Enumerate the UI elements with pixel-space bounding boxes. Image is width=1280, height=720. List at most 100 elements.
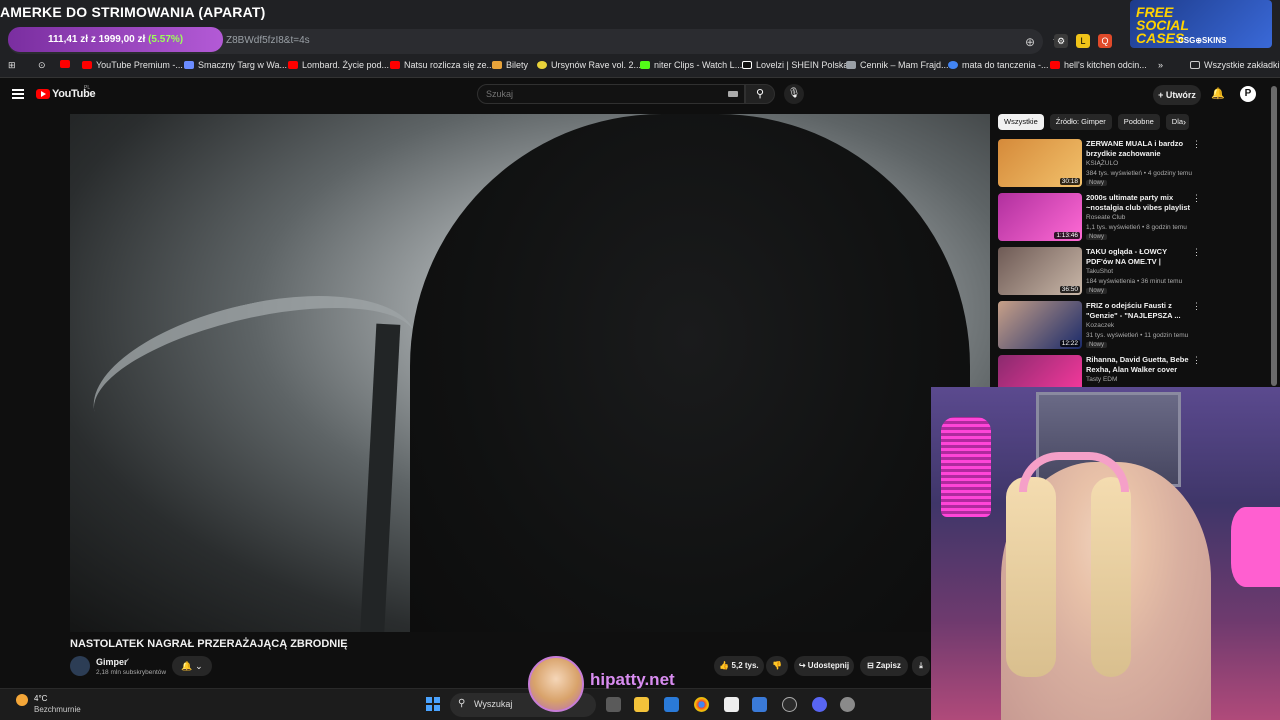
kick-icon [640,61,650,69]
like-button[interactable]: 👍 5,2 tys. [714,656,764,676]
more-options-icon[interactable]: ⋮ [1192,247,1201,258]
recommendation-title[interactable]: Rihanna, David Guetta, Bebe Rexha, Alan … [1086,355,1190,375]
save-button[interactable]: ⊟ Zapisz [860,656,908,676]
all-bookmarks-folder[interactable]: Wszystkie zakładki [1190,60,1280,70]
store-icon[interactable] [664,697,679,712]
more-bookmarks-icon[interactable]: » [1158,60,1163,70]
chevron-right-icon[interactable]: › [1183,117,1186,127]
donation-goal-bar: 111,41 zł z 1999,00 zł (5.57%) [8,27,223,52]
task-view-icon[interactable] [606,697,621,712]
recommendation-channel[interactable]: Tasty EDM [1086,376,1117,383]
more-options-icon[interactable]: ⋮ [1192,301,1201,312]
bookmark-item[interactable]: Cennik – Mam Frajd... [846,60,949,70]
bookmark-item[interactable]: hell's kitchen odcin... [1050,60,1147,70]
weather-description[interactable]: Bezchmurnie [34,705,81,714]
recommendation-item[interactable]: 30:18 ZERWANE MUALA i bardzo brzydkie za… [998,139,1201,191]
video-thumbnail[interactable]: 30:18 [998,139,1082,187]
dislike-button[interactable]: 👎 [766,656,788,676]
subscriber-count: 2,18 mln subskrybentów [96,669,167,676]
recommendation-meta: 1,1 tys. wyświetleń • 8 godzin temu [1086,224,1187,231]
create-button[interactable]: + Utwórz [1153,85,1201,105]
extension-icon[interactable]: Q [1098,34,1112,48]
notifications-bell-icon[interactable]: 🔔 [1211,87,1225,100]
extension-icon[interactable]: ⚙ [1054,34,1068,48]
recommendation-channel[interactable]: Roseate Club [1086,214,1125,221]
extension-icon[interactable]: L [1076,34,1090,48]
page-scrollbar[interactable] [1271,86,1277,386]
donation-percent: (5.57%) [148,34,184,45]
subscription-bell-button[interactable]: 🔔 ⌄ [172,656,212,676]
file-explorer-icon[interactable] [634,697,649,712]
recommendation-title[interactable]: 2000s ultimate party mix ~nostalgia club… [1086,193,1190,213]
download-button[interactable]: ⤓ [912,656,930,676]
video-thumbnail[interactable]: 1:13:46 [998,193,1082,241]
chip-source[interactable]: Źródło: Gimper [1049,114,1112,130]
voice-search-button[interactable]: 🎙 [784,84,804,104]
bookmark-icon[interactable]: ⊙ [38,60,46,71]
settings-gear-icon[interactable] [840,697,855,712]
recommendation-item[interactable]: 36:50 TAKU ogląda - ŁOWCY PDF'ów NA OME.… [998,247,1201,299]
recommendation-title[interactable]: ZERWANE MUALA i bardzo brzydkie zachowan… [1086,139,1190,159]
new-badge: Nowy [1086,180,1108,186]
taskbar-search-label: Wyszukaj [474,699,513,709]
recommendation-channel[interactable]: KSIĄŻULO [1086,160,1118,167]
recommendation-item[interactable]: 12:22 FRIZ o odejściu Fausti z "Genzie" … [998,301,1201,353]
more-options-icon[interactable]: ⋮ [1192,355,1198,366]
menu-icon[interactable] [12,89,24,99]
bookmark-item[interactable]: Natsu rozlicza się ze... [390,60,494,70]
bookmark-item[interactable]: Smaczny Targ w Wa... [184,60,287,70]
temperature[interactable]: 4°C [34,694,47,703]
search-button[interactable]: ⚲ [745,84,775,104]
bookmark-item[interactable]: Lovelzi | SHEIN Polska [742,60,848,70]
discord-icon[interactable] [812,697,827,712]
bookmark-item[interactable]: Lombard. Życie pod... [288,60,389,70]
account-avatar[interactable]: P [1240,86,1256,102]
keyboard-icon[interactable] [728,91,738,97]
bookmark-item[interactable]: Ursynów Rave vol. 2... [537,60,641,70]
recommendation-title[interactable]: FRIZ o odejściu Fausti z "Genzie" - "NAJ… [1086,301,1190,321]
bookmark-item[interactable]: YouTube Premium -... [82,60,183,70]
chrome-icon[interactable] [694,697,709,712]
share-button[interactable]: ↪ Udostępnij [794,656,854,676]
channel-name[interactable]: Gimper [96,657,128,667]
recommendation-title[interactable]: TAKU ogląda - ŁOWCY PDF'ów NA OME.TV | w… [1086,247,1190,267]
weather-icon[interactable] [16,694,28,706]
video-duration: 36:50 [1059,286,1080,293]
video-player[interactable] [70,114,990,632]
bookmark-youtube-icon[interactable] [60,60,70,68]
extension-icons: ⚙ L Q [1054,34,1112,48]
youtube-icon [288,61,298,69]
channel-avatar[interactable] [70,656,90,676]
more-options-icon[interactable]: ⋮ [1192,193,1201,204]
youtube-logo-icon[interactable] [36,89,50,99]
recommendation-item[interactable]: Rihanna, David Guetta, Bebe Rexha, Alan … [998,355,1198,387]
new-badge: Nowy [1086,342,1108,348]
chip-related[interactable]: Podobne [1117,114,1160,130]
video-thumbnail[interactable] [998,355,1082,387]
video-thumbnail[interactable]: 12:22 [998,301,1082,349]
search-input[interactable] [486,89,716,99]
windows-start-icon[interactable] [426,697,440,711]
bookmark-item[interactable]: mata do tanczenia -... [948,60,1049,70]
recommendation-channel[interactable]: TakuShot [1086,268,1113,275]
chip-all[interactable]: Wszystkie [998,114,1044,130]
streamer-website: hipatty.net [590,670,675,689]
promo-brand: CSG⊕SKINS [1178,36,1227,45]
recommendation-item[interactable]: 1:13:46 2000s ultimate party mix ~nostal… [998,193,1201,245]
youtube-icon [1050,61,1060,69]
zoom-icon[interactable]: ⊕ [1022,34,1038,50]
video-duration: 12:22 [1059,340,1080,347]
more-options-icon[interactable]: ⋮ [1192,139,1201,150]
notepad-icon[interactable] [752,697,767,712]
document-icon[interactable] [724,697,739,712]
obs-icon[interactable] [782,697,797,712]
search-box[interactable] [477,84,745,104]
video-thumbnail[interactable]: 36:50 [998,247,1082,295]
apps-icon[interactable]: ⊞ [8,60,16,71]
bookmark-item[interactable]: niter Clips - Watch L... [640,60,742,70]
bookmark-item[interactable]: Bilety [492,60,528,70]
bell-icon: 🔔 ⌄ [181,661,203,671]
windows-taskbar: 4°C Bezchmurnie ⚲ Wyszukaj [0,688,931,720]
webcam-hair-braid [1091,477,1131,677]
recommendation-channel[interactable]: Kozaczek [1086,322,1114,329]
